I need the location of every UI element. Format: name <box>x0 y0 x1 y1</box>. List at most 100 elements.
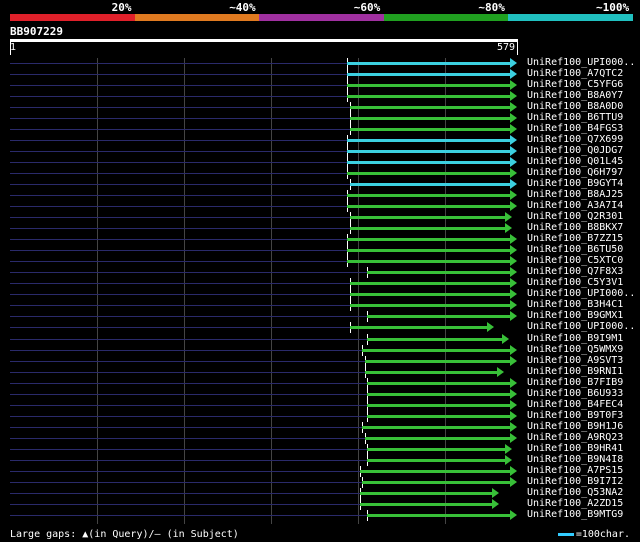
hit-name-link[interactable]: UniRef100_B9MTG9 <box>527 509 639 520</box>
hit-name-link[interactable]: UniRef100_B9H1J6 <box>527 421 639 432</box>
hit-name-link[interactable]: UniRef100_B6U933 <box>527 388 639 399</box>
hit-bar[interactable] <box>364 359 510 363</box>
hit-bar[interactable] <box>347 95 510 99</box>
hit-arrow-icon <box>510 102 517 113</box>
hit-bar[interactable] <box>347 161 510 165</box>
hit-arrow-icon <box>510 410 517 421</box>
hit-name-link[interactable]: UniRef100_Q0JDG7 <box>527 145 639 156</box>
hit-bar[interactable] <box>347 260 510 264</box>
unaligned-segment <box>10 492 360 494</box>
hit-bar[interactable] <box>349 216 505 220</box>
hit-arrow-icon <box>510 113 517 124</box>
hit-name-link[interactable]: UniRef100_B6TTU9 <box>527 112 639 123</box>
hit-arrow-icon <box>510 146 517 157</box>
hit-name-link[interactable]: UniRef100_A7QTC2 <box>527 68 639 79</box>
hit-bar[interactable] <box>362 480 510 484</box>
hit-bar[interactable] <box>364 370 498 374</box>
hit-name-link[interactable]: UniRef100_B9I9M1 <box>527 333 639 344</box>
ruler-end-label: 579 <box>496 42 515 53</box>
hit-name-link[interactable]: UniRef100_B9RNI1 <box>527 366 639 377</box>
hit-name-link[interactable]: UniRef100_A7PS15 <box>527 465 639 476</box>
hit-bar[interactable] <box>359 491 493 495</box>
hit-bar[interactable] <box>362 348 510 352</box>
hit-bar[interactable] <box>349 128 510 132</box>
hit-bar[interactable] <box>347 62 510 65</box>
hit-name-link[interactable]: UniRef100_Q01L45 <box>527 156 639 167</box>
hit-bar[interactable] <box>367 337 503 341</box>
hit-bar[interactable] <box>347 205 510 209</box>
hit-name-link[interactable]: UniRef100_UPI000.. <box>527 288 639 299</box>
hit-arrow-icon <box>510 91 517 102</box>
hit-name-link[interactable]: UniRef100_C5Y3V1 <box>527 277 639 288</box>
hit-name-link[interactable]: UniRef100_B9GYT4 <box>527 178 639 189</box>
hit-bar[interactable] <box>367 271 510 275</box>
hit-name-link[interactable]: UniRef100_B4FEC4 <box>527 399 639 410</box>
hit-bar[interactable] <box>347 194 510 198</box>
hit-bar[interactable] <box>349 106 510 110</box>
unaligned-segment <box>10 305 350 307</box>
hit-bar[interactable] <box>367 414 510 418</box>
hit-name-link[interactable]: UniRef100_B7FIB9 <box>527 377 639 388</box>
hit-name-link[interactable]: UniRef100_UPI000.. <box>527 57 639 68</box>
hit-bar[interactable] <box>367 513 510 517</box>
hit-name-link[interactable]: UniRef100_B8A0D0 <box>527 101 639 112</box>
hit-bar[interactable] <box>362 425 510 429</box>
hit-name-link[interactable]: UniRef100_Q2R301 <box>527 211 639 222</box>
hit-name-link[interactable]: UniRef100_Q53NA2 <box>527 487 639 498</box>
hit-bar[interactable] <box>347 172 510 176</box>
hit-bar[interactable] <box>367 447 505 451</box>
hit-bar[interactable] <box>367 315 510 319</box>
legend-band <box>134 14 260 21</box>
hit-name-link[interactable]: UniRef100_A9RQ23 <box>527 432 639 443</box>
hit-bar[interactable] <box>364 436 510 440</box>
unaligned-segment <box>10 283 350 285</box>
hit-name-link[interactable]: UniRef100_UPI000.. <box>527 321 639 332</box>
hit-bar[interactable] <box>349 304 510 308</box>
hit-name-link[interactable]: UniRef100_Q7F8X3 <box>527 266 639 277</box>
hit-name-link[interactable]: UniRef100_B9HR41 <box>527 443 639 454</box>
hit-bar[interactable] <box>347 139 510 143</box>
legend-band <box>10 14 135 21</box>
hit-bar[interactable] <box>349 293 510 297</box>
hit-bar[interactable] <box>367 381 510 385</box>
hit-name-link[interactable]: UniRef100_A9SVT3 <box>527 355 639 366</box>
hit-name-link[interactable]: UniRef100_Q7X699 <box>527 134 639 145</box>
hit-row[interactable]: UniRef100_B9MTG9 <box>0 509 640 521</box>
hit-name-link[interactable]: UniRef100_B8BKX7 <box>527 222 639 233</box>
hit-bar[interactable] <box>349 183 510 187</box>
hit-name-link[interactable]: UniRef100_B8A0Y7 <box>527 90 639 101</box>
hit-bar[interactable] <box>349 282 510 286</box>
hit-bar[interactable] <box>367 403 510 407</box>
hit-name-link[interactable]: UniRef100_B9GMX1 <box>527 310 639 321</box>
hit-name-link[interactable]: UniRef100_A2ZD15 <box>527 498 639 509</box>
hit-name-link[interactable]: UniRef100_B6TU50 <box>527 244 639 255</box>
hit-name-link[interactable]: UniRef100_B7ZZ15 <box>527 233 639 244</box>
hit-bar[interactable] <box>367 458 505 462</box>
hit-bar[interactable] <box>347 249 510 253</box>
hit-bar[interactable] <box>347 150 510 154</box>
hit-name-link[interactable]: UniRef100_A3A7I4 <box>527 200 639 211</box>
hit-bar[interactable] <box>349 227 505 231</box>
hit-bar[interactable] <box>349 117 510 121</box>
hit-arrow-icon <box>492 487 500 498</box>
hit-name-link[interactable]: UniRef100_B4FGS3 <box>527 123 639 134</box>
hit-bar[interactable] <box>359 502 493 506</box>
hit-name-link[interactable]: UniRef100_B9N4I8 <box>527 454 639 465</box>
hit-arrow-icon <box>510 201 517 212</box>
hit-name-link[interactable]: UniRef100_B9I7I2 <box>527 476 639 487</box>
hit-name-link[interactable]: UniRef100_Q5WMX9 <box>527 344 639 355</box>
hit-name-link[interactable]: UniRef100_B3H4C1 <box>527 299 639 310</box>
hit-bar[interactable] <box>367 392 510 396</box>
hit-bar[interactable] <box>347 238 510 242</box>
unaligned-segment <box>10 228 350 230</box>
hit-bar[interactable] <box>349 326 488 330</box>
hit-name-link[interactable]: UniRef100_C5YFG6 <box>527 79 639 90</box>
hit-name-link[interactable]: UniRef100_B8AJ25 <box>527 189 639 200</box>
hit-name-link[interactable]: UniRef100_B9T0F3 <box>527 410 639 421</box>
hit-name-link[interactable]: UniRef100_C5XTC0 <box>527 255 639 266</box>
hit-name-link[interactable]: UniRef100_Q6H797 <box>527 167 639 178</box>
hit-bar[interactable] <box>347 84 510 88</box>
hit-bar[interactable] <box>347 73 510 77</box>
unaligned-segment <box>10 415 368 417</box>
hit-bar[interactable] <box>359 469 510 473</box>
